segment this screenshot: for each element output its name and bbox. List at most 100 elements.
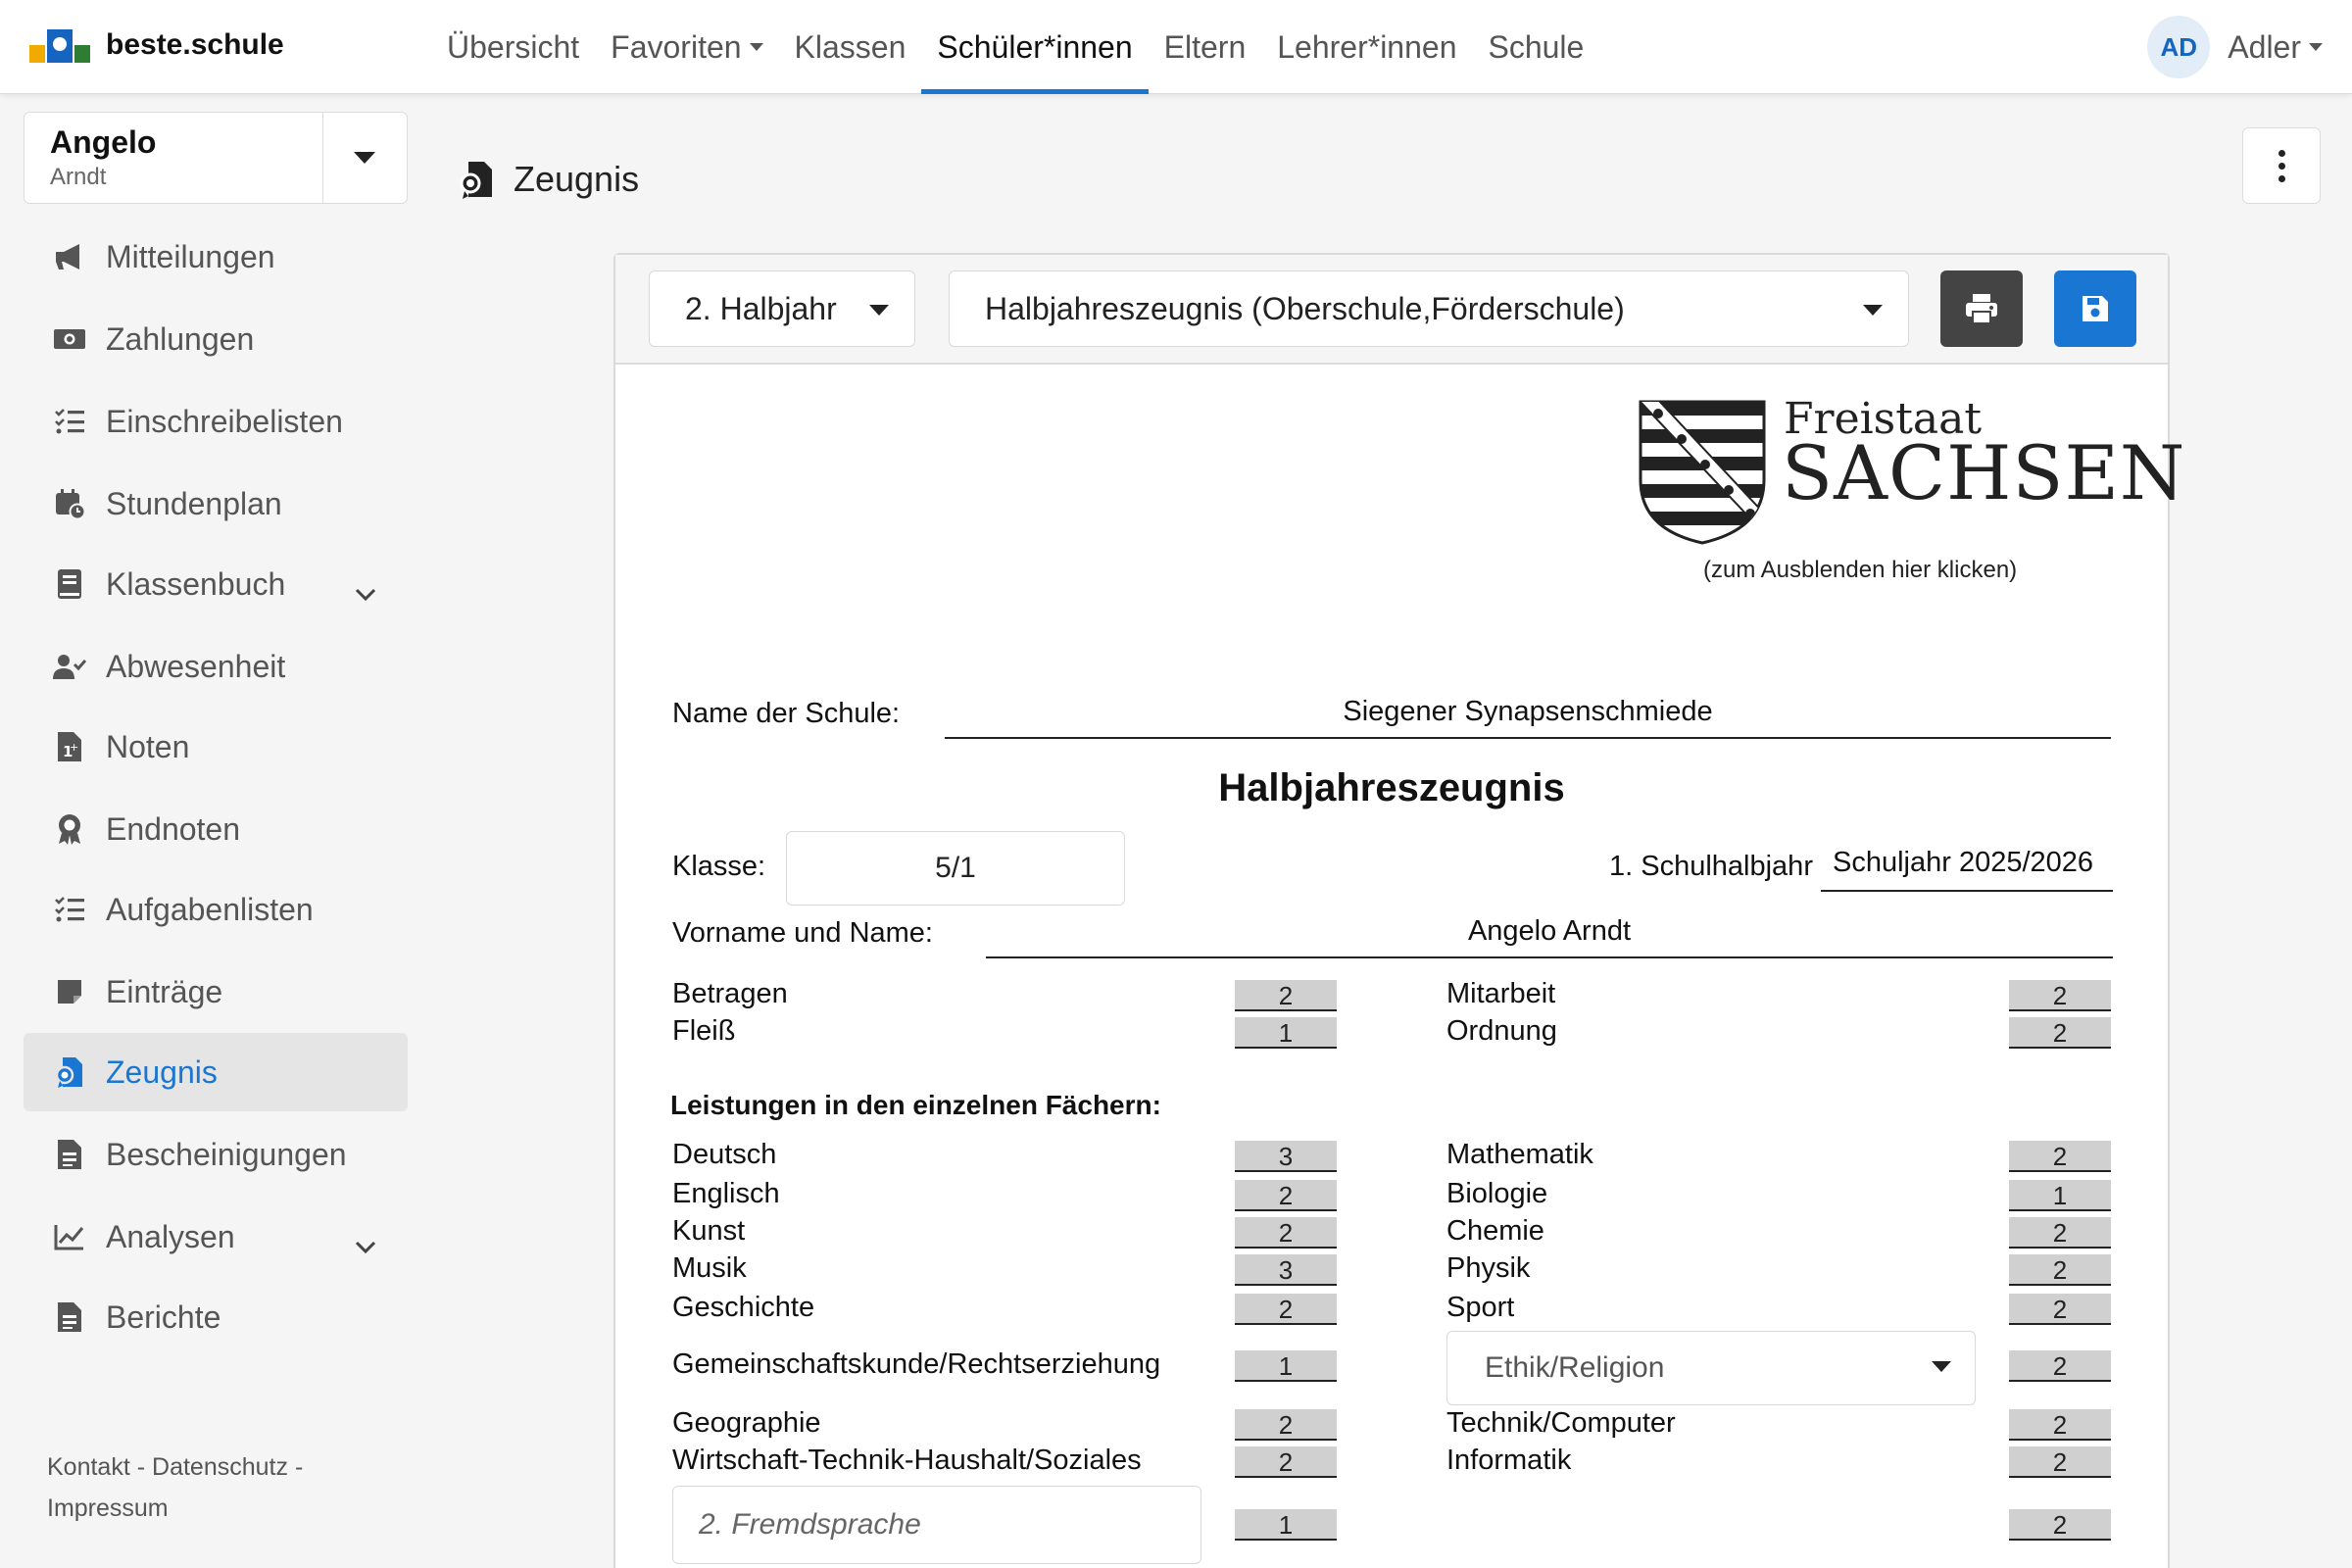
ethics-religion-select[interactable]: Ethik/Religion [1446,1331,1976,1405]
grade-field[interactable]: 2 [1235,1446,1337,1478]
sidebar-item-stundenplan[interactable]: Stundenplan [24,465,408,543]
grade-field[interactable]: 2 [2009,1294,2111,1325]
nav-klassen[interactable]: Klassen [779,0,922,94]
sidebar-item-label: Einträge [106,973,223,1009]
grade-field[interactable]: 1 [2009,1180,2111,1211]
sidebar-item-klassenbuch[interactable]: Klassenbuch [24,545,408,623]
brand-link[interactable]: beste.schule [29,25,284,65]
subject-label: Musik [672,1252,747,1284]
grade-field[interactable]: 2 [2009,1446,2111,1478]
student-first-name: Angelo [50,124,157,160]
grade-field[interactable]: 2 [1235,1180,1337,1211]
chart-line-icon [53,1220,86,1253]
caret-down-icon [749,43,763,51]
save-button[interactable] [2054,270,2136,347]
subject-label: Geschichte [672,1292,815,1323]
nav-uebersicht[interactable]: Übersicht [431,0,595,94]
svg-text:+: + [70,741,78,754]
class-field[interactable]: 5/1 [786,831,1125,906]
nav-schueler[interactable]: Schüler*innen [921,0,1149,94]
grade-field[interactable]: 2 [2009,980,2111,1011]
nav-eltern[interactable]: Eltern [1149,0,1262,94]
certificate-icon [460,162,492,199]
sidebar-item-noten[interactable]: 1 + Noten [24,708,408,786]
grade-field[interactable]: 2 [2009,1350,2111,1382]
grade-field[interactable]: 2 [2009,1409,2111,1441]
subject-label: Kunst [672,1215,746,1247]
sidebar-item-analysen[interactable]: Analysen [24,1198,408,1276]
student-selector[interactable]: Angelo Arndt [24,112,408,204]
grade-field[interactable]: 1 [1235,1017,1337,1049]
sidebar-item-zeugnis[interactable]: Zeugnis [24,1033,408,1111]
grade-field[interactable]: 2 [2009,1254,2111,1286]
subject-label: Biologie [1446,1178,1548,1209]
sachsen-logo[interactable]: Freistaat SACHSEN [1639,394,2184,566]
subject-label: Mathematik [1446,1139,1593,1170]
grade-field[interactable]: 2 [2009,1017,2111,1049]
chevron-down-icon[interactable] [355,1227,376,1254]
certificate-toolbar: 2. Halbjahr Halbjahreszeugnis (Oberschul… [615,255,2168,365]
grade-field[interactable]: 2 [2009,1217,2111,1249]
subject-label: Sport [1446,1292,1515,1323]
contact-link[interactable]: Kontakt [47,1453,130,1481]
grade-label: Betragen [672,978,788,1009]
main-nav: Übersicht Favoriten Klassen Schüler*inne… [431,0,1599,94]
sidebar-item-aufgabenlisten[interactable]: Aufgabenlisten [24,870,408,949]
school-name-line [945,737,2111,739]
imprint-link[interactable]: Impressum [47,1494,169,1522]
class-label: Klasse: [672,851,766,882]
sidebar-item-einschreibelisten[interactable]: Einschreibelisten [24,382,408,461]
grade-field[interactable]: 3 [1235,1254,1337,1286]
nav-label: Eltern [1163,28,1247,65]
chevron-down-icon[interactable] [355,574,376,602]
nav-favoriten[interactable]: Favoriten [595,0,778,94]
grade-field[interactable]: 1 [1235,1509,1337,1541]
checklist-icon [53,893,86,926]
user-menu[interactable]: AD Adler [2147,16,2323,78]
term-select[interactable]: 2. Halbjahr [649,270,915,347]
grade-field[interactable]: 2 [1235,1409,1337,1441]
caret-down-icon [1932,1361,1951,1372]
sidebar-item-mitteilungen[interactable]: Mitteilungen [24,218,408,296]
privacy-link[interactable]: Datenschutz [152,1453,288,1481]
subject-label: Gemeinschaftskunde/Rechtserziehung [672,1348,1161,1380]
name-label: Vorname und Name: [672,917,933,949]
grade-field[interactable]: 2 [1235,1217,1337,1249]
template-select[interactable]: Halbjahreszeugnis (Oberschule,Förderschu… [949,270,1909,347]
footer-separator: - [136,1453,146,1481]
grade-field[interactable]: 1 [1235,1350,1337,1382]
nav-schule[interactable]: Schule [1472,0,1599,94]
subject-label: Englisch [672,1178,780,1209]
sidebar-item-zahlungen[interactable]: Zahlungen [24,300,408,378]
grade-field[interactable]: 2 [2009,1509,2111,1541]
nav-lehrer[interactable]: Lehrer*innen [1261,0,1472,94]
megaphone-icon [53,240,86,273]
sidebar-item-label: Endnoten [106,810,241,847]
grade-field[interactable]: 2 [1235,1294,1337,1325]
certificate-icon [53,1055,86,1089]
sidebar-item-label: Noten [106,728,190,764]
hide-logo-hint[interactable]: (zum Ausblenden hier klicken) [1703,557,2017,584]
second-foreign-language-input[interactable]: 2. Fremdsprache [672,1486,1201,1564]
grade-field[interactable]: 2 [1235,980,1337,1011]
nav-label: Schule [1488,28,1585,65]
more-options-button[interactable] [2242,127,2321,204]
subject-label: Informatik [1446,1445,1572,1476]
caret-down-icon[interactable] [354,152,375,164]
print-button[interactable] [1940,270,2023,347]
grade-field[interactable]: 2 [2009,1141,2111,1172]
caret-down-icon [869,305,889,316]
nav-label: Schüler*innen [937,28,1133,65]
sidebar-item-abwesenheit[interactable]: Abwesenheit [24,627,408,706]
document-icon [53,1138,86,1171]
calendar-clock-icon [53,487,86,520]
top-navbar: beste.schule Übersicht Favoriten Klassen… [0,0,2352,94]
certificate-card: 2. Halbjahr Halbjahreszeugnis (Oberschul… [613,253,2184,1568]
sidebar-item-endnoten[interactable]: Endnoten [24,790,408,868]
sidebar-item-einträge[interactable]: Einträge [24,953,408,1031]
school-year-line [1821,890,2113,892]
grade-field[interactable]: 3 [1235,1141,1337,1172]
sidebar-item-berichte[interactable]: Berichte [24,1278,408,1356]
sidebar-item-bescheinigungen[interactable]: Bescheinigungen [24,1115,408,1194]
term-label: 1. Schulhalbjahr [1609,851,1813,882]
